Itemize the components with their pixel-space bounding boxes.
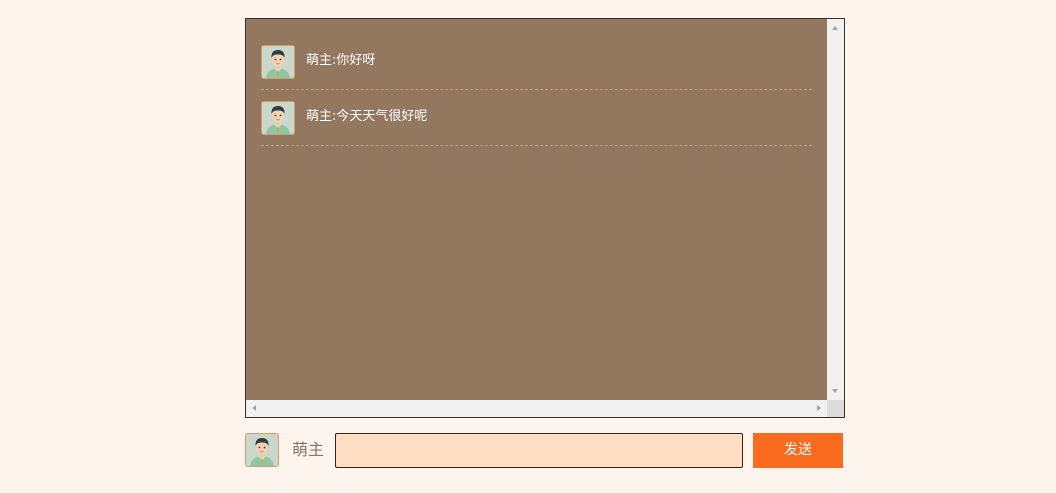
scroll-up-icon[interactable] <box>832 26 838 30</box>
scrollbar-corner <box>827 400 844 417</box>
message-input[interactable] <box>335 433 743 468</box>
scroll-down-icon[interactable] <box>832 389 838 393</box>
vertical-scrollbar[interactable] <box>827 19 844 400</box>
user-avatar-icon <box>245 433 279 467</box>
scroll-right-icon[interactable] <box>817 405 821 411</box>
user-avatar-icon <box>261 45 295 79</box>
message-item: 萌主:你好呀 <box>261 35 812 90</box>
send-button[interactable]: 发送 <box>753 433 843 468</box>
message-text: 萌主:今天天气很好呢 <box>306 109 428 124</box>
chat-window: 萌主:你好呀 萌主:今天天气很好呢 <box>245 18 845 418</box>
username-label: 萌主 <box>292 440 325 459</box>
message-list: 萌主:你好呀 萌主:今天天气很好呢 <box>246 19 827 400</box>
horizontal-scrollbar[interactable] <box>246 400 827 417</box>
message-text: 萌主:你好呀 <box>306 53 376 68</box>
user-avatar-icon <box>261 101 295 135</box>
scroll-left-icon[interactable] <box>252 405 256 411</box>
message-item: 萌主:今天天气很好呢 <box>261 91 812 146</box>
